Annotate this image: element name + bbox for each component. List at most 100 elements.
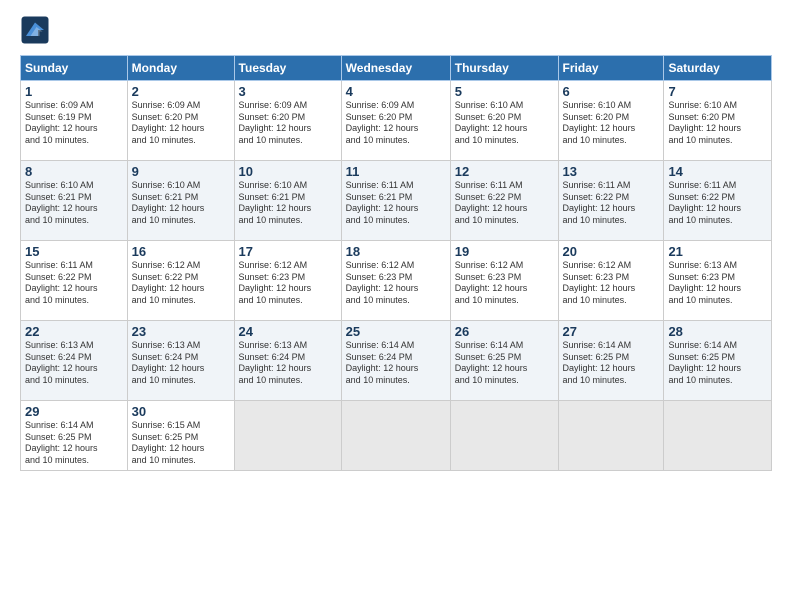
day-number: 28	[668, 324, 767, 339]
day-info: Sunrise: 6:12 AMSunset: 6:23 PMDaylight:…	[239, 260, 337, 307]
header-day-wednesday: Wednesday	[341, 56, 450, 81]
calendar-cell: 2Sunrise: 6:09 AMSunset: 6:20 PMDaylight…	[127, 81, 234, 161]
calendar-cell	[664, 401, 772, 471]
calendar-cell: 11Sunrise: 6:11 AMSunset: 6:21 PMDayligh…	[341, 161, 450, 241]
day-number: 19	[455, 244, 554, 259]
calendar-week-4: 22 Sunrise: 6:13 AMSunset: 6:24 PMDayligh…	[21, 321, 772, 401]
day-number: 26	[455, 324, 554, 339]
calendar-cell: 8Sunrise: 6:10 AMSunset: 6:21 PMDaylight…	[21, 161, 128, 241]
day-number: 20	[563, 244, 660, 259]
calendar-cell: 18Sunrise: 6:12 AMSunset: 6:23 PMDayligh…	[341, 241, 450, 321]
day-info: Sunrise: 6:11 AMSunset: 6:22 PMDaylight:…	[455, 180, 554, 227]
calendar-cell: 17Sunrise: 6:12 AMSunset: 6:23 PMDayligh…	[234, 241, 341, 321]
calendar-cell: 10Sunrise: 6:10 AMSunset: 6:21 PMDayligh…	[234, 161, 341, 241]
day-info: Sunrise: 6:14 AMSunset: 6:24 PMDaylight:…	[346, 340, 446, 387]
day-number: 17	[239, 244, 337, 259]
header-day-saturday: Saturday	[664, 56, 772, 81]
calendar-week-5: 29Sunrise: 6:14 AMSunset: 6:25 PMDayligh…	[21, 401, 772, 471]
day-number: 24	[239, 324, 337, 339]
day-info: Sunrise: 6:14 AMSunset: 6:25 PMDaylight:…	[25, 420, 123, 467]
day-info: Sunrise: 6:13 AMSunset: 6:24 PMDaylight:…	[239, 340, 337, 387]
header-day-sunday: Sunday	[21, 56, 128, 81]
day-info: Sunrise: 6:13 AMSunset: 6:23 PMDaylight:…	[668, 260, 767, 307]
calendar-cell: 5Sunrise: 6:10 AMSunset: 6:20 PMDaylight…	[450, 81, 558, 161]
day-number: 13	[563, 164, 660, 179]
day-number: 14	[668, 164, 767, 179]
day-info: Sunrise: 6:12 AMSunset: 6:23 PMDaylight:…	[346, 260, 446, 307]
day-number: 8	[25, 164, 123, 179]
calendar-cell: 9Sunrise: 6:10 AMSunset: 6:21 PMDaylight…	[127, 161, 234, 241]
calendar-week-3: 15Sunrise: 6:11 AMSunset: 6:22 PMDayligh…	[21, 241, 772, 321]
day-number: 21	[668, 244, 767, 259]
logo-icon	[20, 15, 50, 45]
calendar-cell: 15Sunrise: 6:11 AMSunset: 6:22 PMDayligh…	[21, 241, 128, 321]
day-number: 27	[563, 324, 660, 339]
calendar-cell: 21Sunrise: 6:13 AMSunset: 6:23 PMDayligh…	[664, 241, 772, 321]
day-number: 7	[668, 84, 767, 99]
day-info: Sunrise: 6:11 AMSunset: 6:22 PMDaylight:…	[668, 180, 767, 227]
day-info: Sunrise: 6:12 AMSunset: 6:23 PMDaylight:…	[563, 260, 660, 307]
calendar-cell: 22Sunrise: 6:13 AMSunset: 6:24 PMDayligh…	[21, 321, 128, 401]
calendar-cell: 7Sunrise: 6:10 AMSunset: 6:20 PMDaylight…	[664, 81, 772, 161]
calendar-cell: 27Sunrise: 6:14 AMSunset: 6:25 PMDayligh…	[558, 321, 664, 401]
day-number: 10	[239, 164, 337, 179]
day-number: 23	[132, 324, 230, 339]
calendar-cell	[558, 401, 664, 471]
day-info: Sunrise: 6:15 AMSunset: 6:25 PMDaylight:…	[132, 420, 230, 467]
day-info: Sunrise: 6:10 AMSunset: 6:20 PMDaylight:…	[455, 100, 554, 147]
day-number: 6	[563, 84, 660, 99]
day-number: 11	[346, 164, 446, 179]
day-number: 16	[132, 244, 230, 259]
day-number: 30	[132, 404, 230, 419]
day-info: Sunrise: 6:14 AMSunset: 6:25 PMDaylight:…	[455, 340, 554, 387]
calendar-cell: 25Sunrise: 6:14 AMSunset: 6:24 PMDayligh…	[341, 321, 450, 401]
day-number: 25	[346, 324, 446, 339]
day-info: Sunrise: 6:13 AMSunset: 6:24 PMDaylight:…	[132, 340, 230, 387]
logo	[20, 15, 54, 45]
calendar-cell	[341, 401, 450, 471]
day-info: Sunrise: 6:10 AMSunset: 6:21 PMDaylight:…	[132, 180, 230, 227]
day-number: 9	[132, 164, 230, 179]
calendar-week-2: 8Sunrise: 6:10 AMSunset: 6:21 PMDaylight…	[21, 161, 772, 241]
day-number: 4	[346, 84, 446, 99]
day-number: 5	[455, 84, 554, 99]
day-number: 12	[455, 164, 554, 179]
calendar-cell: 12Sunrise: 6:11 AMSunset: 6:22 PMDayligh…	[450, 161, 558, 241]
calendar-cell: 16Sunrise: 6:12 AMSunset: 6:22 PMDayligh…	[127, 241, 234, 321]
calendar-cell: 26Sunrise: 6:14 AMSunset: 6:25 PMDayligh…	[450, 321, 558, 401]
day-info: Sunrise: 6:10 AMSunset: 6:20 PMDaylight:…	[563, 100, 660, 147]
day-info: Sunrise: 6:14 AMSunset: 6:25 PMDaylight:…	[668, 340, 767, 387]
day-number: 3	[239, 84, 337, 99]
calendar-week-1: 1Sunrise: 6:09 AMSunset: 6:19 PMDaylight…	[21, 81, 772, 161]
calendar-header-row: SundayMondayTuesdayWednesdayThursdayFrid…	[21, 56, 772, 81]
day-info: Sunrise: 6:10 AMSunset: 6:21 PMDaylight:…	[239, 180, 337, 227]
header-day-tuesday: Tuesday	[234, 56, 341, 81]
calendar-cell: 29Sunrise: 6:14 AMSunset: 6:25 PMDayligh…	[21, 401, 128, 471]
calendar-cell: 19Sunrise: 6:12 AMSunset: 6:23 PMDayligh…	[450, 241, 558, 321]
day-info: Sunrise: 6:11 AMSunset: 6:22 PMDaylight:…	[25, 260, 123, 307]
calendar-cell	[234, 401, 341, 471]
header-day-friday: Friday	[558, 56, 664, 81]
day-info: Sunrise: 6:11 AMSunset: 6:21 PMDaylight:…	[346, 180, 446, 227]
calendar-cell: 30Sunrise: 6:15 AMSunset: 6:25 PMDayligh…	[127, 401, 234, 471]
calendar-cell: 24Sunrise: 6:13 AMSunset: 6:24 PMDayligh…	[234, 321, 341, 401]
day-info: Sunrise: 6:10 AMSunset: 6:21 PMDaylight:…	[25, 180, 123, 227]
calendar-cell: 14Sunrise: 6:11 AMSunset: 6:22 PMDayligh…	[664, 161, 772, 241]
day-info: Sunrise: 6:12 AMSunset: 6:22 PMDaylight:…	[132, 260, 230, 307]
header	[20, 15, 772, 45]
calendar-cell: 1Sunrise: 6:09 AMSunset: 6:19 PMDaylight…	[21, 81, 128, 161]
day-info: Sunrise: 6:09 AMSunset: 6:19 PMDaylight:…	[25, 100, 123, 147]
calendar-table: SundayMondayTuesdayWednesdayThursdayFrid…	[20, 55, 772, 471]
day-number: 29	[25, 404, 123, 419]
header-day-thursday: Thursday	[450, 56, 558, 81]
day-number: 22	[25, 324, 123, 339]
day-number: 15	[25, 244, 123, 259]
day-number: 2	[132, 84, 230, 99]
day-info: Sunrise: 6:10 AMSunset: 6:20 PMDaylight:…	[668, 100, 767, 147]
day-info: Sunrise: 6:09 AMSunset: 6:20 PMDaylight:…	[346, 100, 446, 147]
day-number: 1	[25, 84, 123, 99]
calendar-cell: 13Sunrise: 6:11 AMSunset: 6:22 PMDayligh…	[558, 161, 664, 241]
calendar-cell: 3Sunrise: 6:09 AMSunset: 6:20 PMDaylight…	[234, 81, 341, 161]
calendar-cell: 4Sunrise: 6:09 AMSunset: 6:20 PMDaylight…	[341, 81, 450, 161]
day-info: Sunrise: 6:11 AMSunset: 6:22 PMDaylight:…	[563, 180, 660, 227]
